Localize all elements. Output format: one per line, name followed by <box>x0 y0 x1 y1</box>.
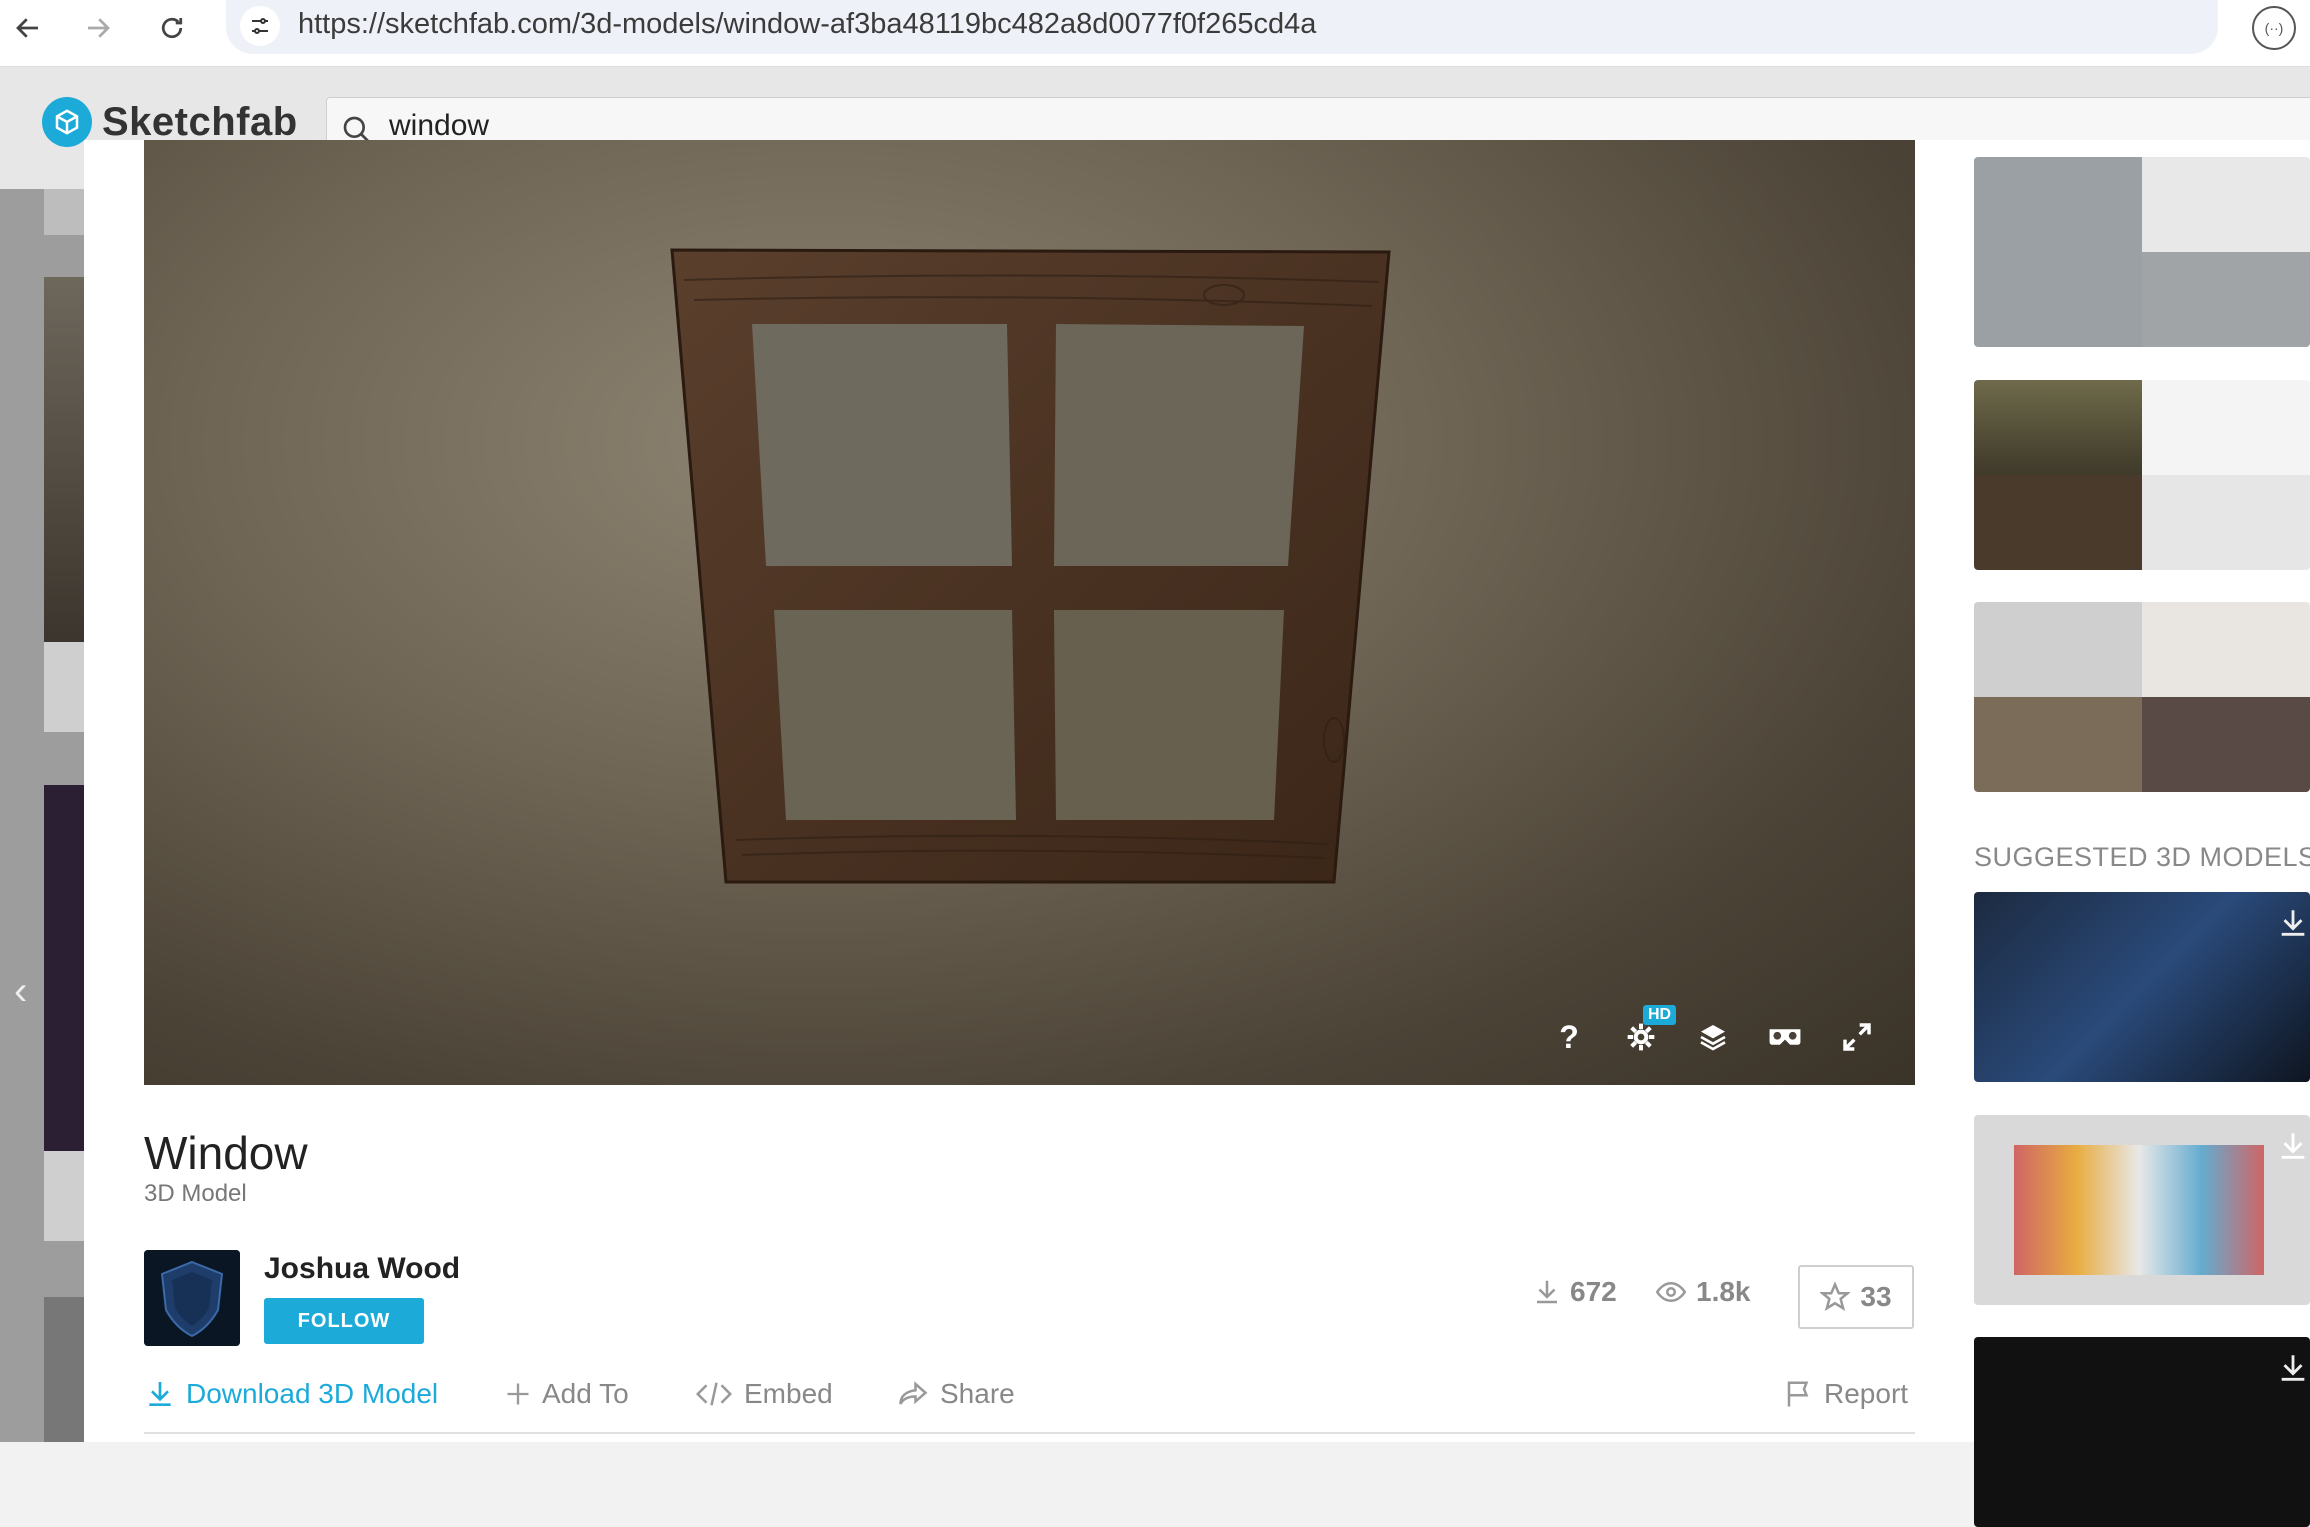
tune-icon <box>252 18 268 34</box>
collection-thumb <box>1974 252 2142 347</box>
model-viewer-modal: ? HD Window 3D Model Joshua Wood FOLLOW … <box>84 140 2310 1527</box>
download-icon <box>149 1382 171 1406</box>
bg-card <box>44 785 84 1151</box>
share-label: Share <box>940 1378 1015 1409</box>
vr-button[interactable] <box>1767 1019 1803 1055</box>
collection-thumb <box>1974 475 2142 570</box>
model-type: 3D Model <box>144 1180 247 1207</box>
collection-thumb <box>2142 697 2310 792</box>
code-icon <box>695 1382 733 1406</box>
search-input[interactable] <box>387 108 1191 144</box>
vr-headset-icon <box>1769 1029 1801 1045</box>
url-text[interactable]: https://sketchfab.com/3d-models/window-a… <box>298 8 1316 41</box>
collection-card[interactable] <box>1974 380 2310 570</box>
download-label: Download 3D Model <box>186 1378 439 1409</box>
collection-thumb <box>1974 602 2142 697</box>
eye-icon <box>1655 1281 1687 1303</box>
3d-viewer[interactable]: ? HD <box>144 140 1915 1085</box>
collection-thumb <box>1974 380 2142 475</box>
fullscreen-icon <box>1843 1023 1871 1051</box>
help-icon: ? <box>1559 1018 1579 1055</box>
collection-thumb <box>2142 475 2310 570</box>
suggested-model-card[interactable] <box>1974 1337 2310 1527</box>
address-bar[interactable]: https://sketchfab.com/3d-models/window-a… <box>226 0 2218 54</box>
collection-thumb <box>2142 252 2310 347</box>
layers-button[interactable] <box>1695 1019 1731 1055</box>
view-count-value: 1.8k <box>1696 1276 1751 1307</box>
suggested-model-card[interactable] <box>1974 1115 2310 1305</box>
embed-link[interactable]: Embed <box>694 1378 833 1410</box>
viewer-toolbar: ? HD <box>1551 1005 1875 1055</box>
download-count: 672 <box>1532 1276 1617 1308</box>
flag-icon <box>1787 1381 1809 1407</box>
star-icon <box>1820 1282 1851 1311</box>
back-button[interactable] <box>6 6 50 50</box>
arrow-left-icon <box>16 18 38 38</box>
like-button[interactable]: 33 <box>1798 1265 1914 1329</box>
bg-card <box>44 189 84 235</box>
shield-icon <box>144 1250 240 1346</box>
help-button[interactable]: ? <box>1551 1019 1587 1055</box>
browser-toolbar: https://sketchfab.com/3d-models/window-a… <box>0 0 2310 67</box>
add-to-link[interactable]: Add To <box>504 1378 629 1410</box>
collection-thumb <box>2142 157 2310 252</box>
suggested-model-card[interactable] <box>1974 892 2310 1082</box>
download-icon[interactable] <box>2276 1129 2310 1163</box>
divider <box>144 1432 1915 1434</box>
avatar[interactable] <box>144 1250 240 1346</box>
collection-thumb <box>2142 602 2310 697</box>
embed-label: Embed <box>744 1378 833 1409</box>
add-to-label: Add To <box>542 1378 629 1409</box>
follow-button[interactable]: FOLLOW <box>264 1298 424 1344</box>
suggested-heading: SUGGESTED 3D MODELS <box>1974 842 2310 872</box>
share-link[interactable]: Share <box>896 1378 1015 1410</box>
view-count: 1.8k <box>1654 1276 1751 1308</box>
extension-icon[interactable]: (··) <box>2252 6 2296 50</box>
like-count: 33 <box>1860 1281 1892 1312</box>
bg-card <box>44 642 84 732</box>
collection-card[interactable] <box>1974 157 2310 347</box>
model-title: Window <box>144 1127 308 1179</box>
forward-button[interactable] <box>76 6 120 50</box>
hd-badge: HD <box>1643 1005 1677 1025</box>
reload-icon <box>161 17 183 39</box>
bg-card <box>44 1151 84 1241</box>
report-link[interactable]: Report <box>1784 1378 1908 1410</box>
layers-icon <box>1700 1025 1726 1051</box>
download-3d-model-link[interactable]: Download 3D Model <box>144 1378 438 1410</box>
gear-icon <box>1627 1023 1655 1051</box>
fullscreen-button[interactable] <box>1839 1019 1875 1055</box>
collection-thumb <box>1974 697 2142 792</box>
brand-name: Sketchfab <box>102 99 298 144</box>
arrow-right-icon <box>88 18 110 38</box>
chevron-left-icon[interactable]: ‹ <box>14 969 27 1014</box>
download-icon[interactable] <box>2276 906 2310 940</box>
download-icon[interactable] <box>2276 1351 2310 1385</box>
author-name[interactable]: Joshua Wood <box>264 1252 460 1286</box>
suggested-thumb <box>2014 1145 2264 1275</box>
window-model-render <box>670 248 1391 884</box>
background-results: ‹ <box>0 189 84 1442</box>
reload-button[interactable] <box>150 6 194 50</box>
report-label: Report <box>1824 1378 1909 1409</box>
bg-card <box>44 277 84 642</box>
settings-button[interactable]: HD <box>1623 1005 1677 1055</box>
plus-icon <box>507 1383 529 1405</box>
share-icon <box>899 1381 928 1405</box>
collection-thumb <box>1974 157 2142 252</box>
bg-card <box>44 1297 84 1442</box>
site-info-button[interactable] <box>240 6 280 46</box>
collection-thumb <box>2142 380 2310 475</box>
download-icon <box>1537 1280 1557 1304</box>
collection-card[interactable] <box>1974 602 2310 792</box>
download-count-value: 672 <box>1570 1276 1617 1307</box>
